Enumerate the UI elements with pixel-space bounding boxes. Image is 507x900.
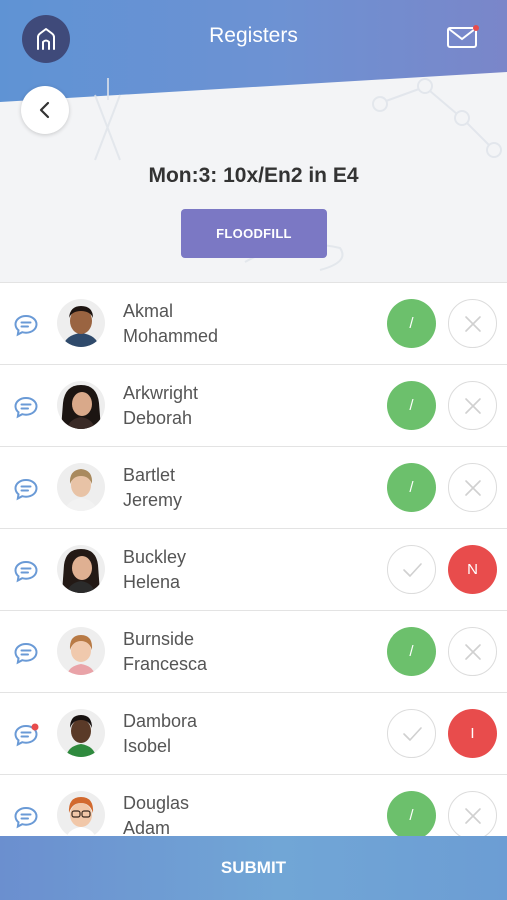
avatar [57,627,105,675]
student-second-line: Helena [123,572,181,592]
present-mark-button[interactable]: / [387,627,436,676]
comment-icon[interactable] [13,641,39,665]
student-name: Buckley Helena [123,545,186,595]
student-row: Dambora Isobel I [0,692,507,774]
avatar [57,545,105,593]
check-icon [402,562,422,577]
student-second-line: Francesca [123,654,208,674]
header: Registers Mon:3: 10x/En2 in E4 FLOODFILL [0,0,507,282]
check-icon [402,726,422,741]
absent-mark-button[interactable]: N [448,545,497,594]
present-mark-button[interactable] [387,545,436,594]
comment-icon[interactable] [13,395,39,419]
submit-button[interactable]: SUBMIT [0,836,507,900]
student-row: Arkwright Deborah / [0,364,507,446]
student-second-line: Isobel [123,736,172,756]
student-name: Akmal Mohammed [123,299,218,349]
page-title: Registers [209,24,298,47]
student-second-line: Mohammed [123,326,219,346]
close-icon [464,807,481,824]
student-list: Akmal Mohammed / Arkwright Deborah / Bar… [0,282,507,856]
close-icon [464,643,481,660]
present-mark-button[interactable] [387,709,436,758]
present-mark-button[interactable]: / [387,791,436,840]
present-mark-button[interactable]: / [387,299,436,348]
absent-mark-button[interactable] [448,791,497,840]
student-first-line: Buckley [123,547,187,567]
student-second-line: Deborah [123,408,193,428]
floodfill-button[interactable]: FLOODFILL [181,209,327,258]
class-title: Mon:3: 10x/En2 in E4 [148,164,359,187]
present-mark-button[interactable]: / [387,463,436,512]
absent-mark-button[interactable] [448,299,497,348]
absent-mark-button[interactable] [448,627,497,676]
avatar [57,709,105,757]
student-first-line: Arkwright [123,383,199,403]
student-row: Akmal Mohammed / [0,282,507,364]
avatar [57,381,105,429]
student-name: Douglas Adam [123,791,189,841]
student-first-line: Bartlet [123,465,176,485]
absent-mark-button[interactable] [448,463,497,512]
student-name: Burnside Francesca [123,627,207,677]
absent-mark-button[interactable]: I [448,709,497,758]
mail-icon [447,25,479,48]
present-mark-button[interactable]: / [387,381,436,430]
messages-button[interactable] [446,24,480,50]
student-row: Buckley Helena N [0,528,507,610]
student-first-line: Akmal [123,301,174,321]
chevron-left-icon [39,101,50,119]
student-name: Bartlet Jeremy [123,463,182,513]
avatar [57,299,105,347]
comment-icon[interactable] [13,313,39,337]
student-row: Bartlet Jeremy / [0,446,507,528]
avatar [57,791,105,839]
student-row: Burnside Francesca / [0,610,507,692]
close-icon [464,479,481,496]
comment-alert-icon[interactable] [13,723,39,747]
absent-mark-button[interactable] [448,381,497,430]
comment-icon[interactable] [13,805,39,829]
close-icon [464,315,481,332]
student-first-line: Dambora [123,711,198,731]
student-name: Arkwright Deborah [123,381,198,431]
avatar [57,463,105,511]
close-icon [464,397,481,414]
student-name: Dambora Isobel [123,709,197,759]
comment-icon[interactable] [13,477,39,501]
student-second-line: Jeremy [123,490,183,510]
student-first-line: Douglas [123,793,190,813]
back-button[interactable] [21,86,69,134]
student-first-line: Burnside [123,629,195,649]
comment-icon[interactable] [13,559,39,583]
